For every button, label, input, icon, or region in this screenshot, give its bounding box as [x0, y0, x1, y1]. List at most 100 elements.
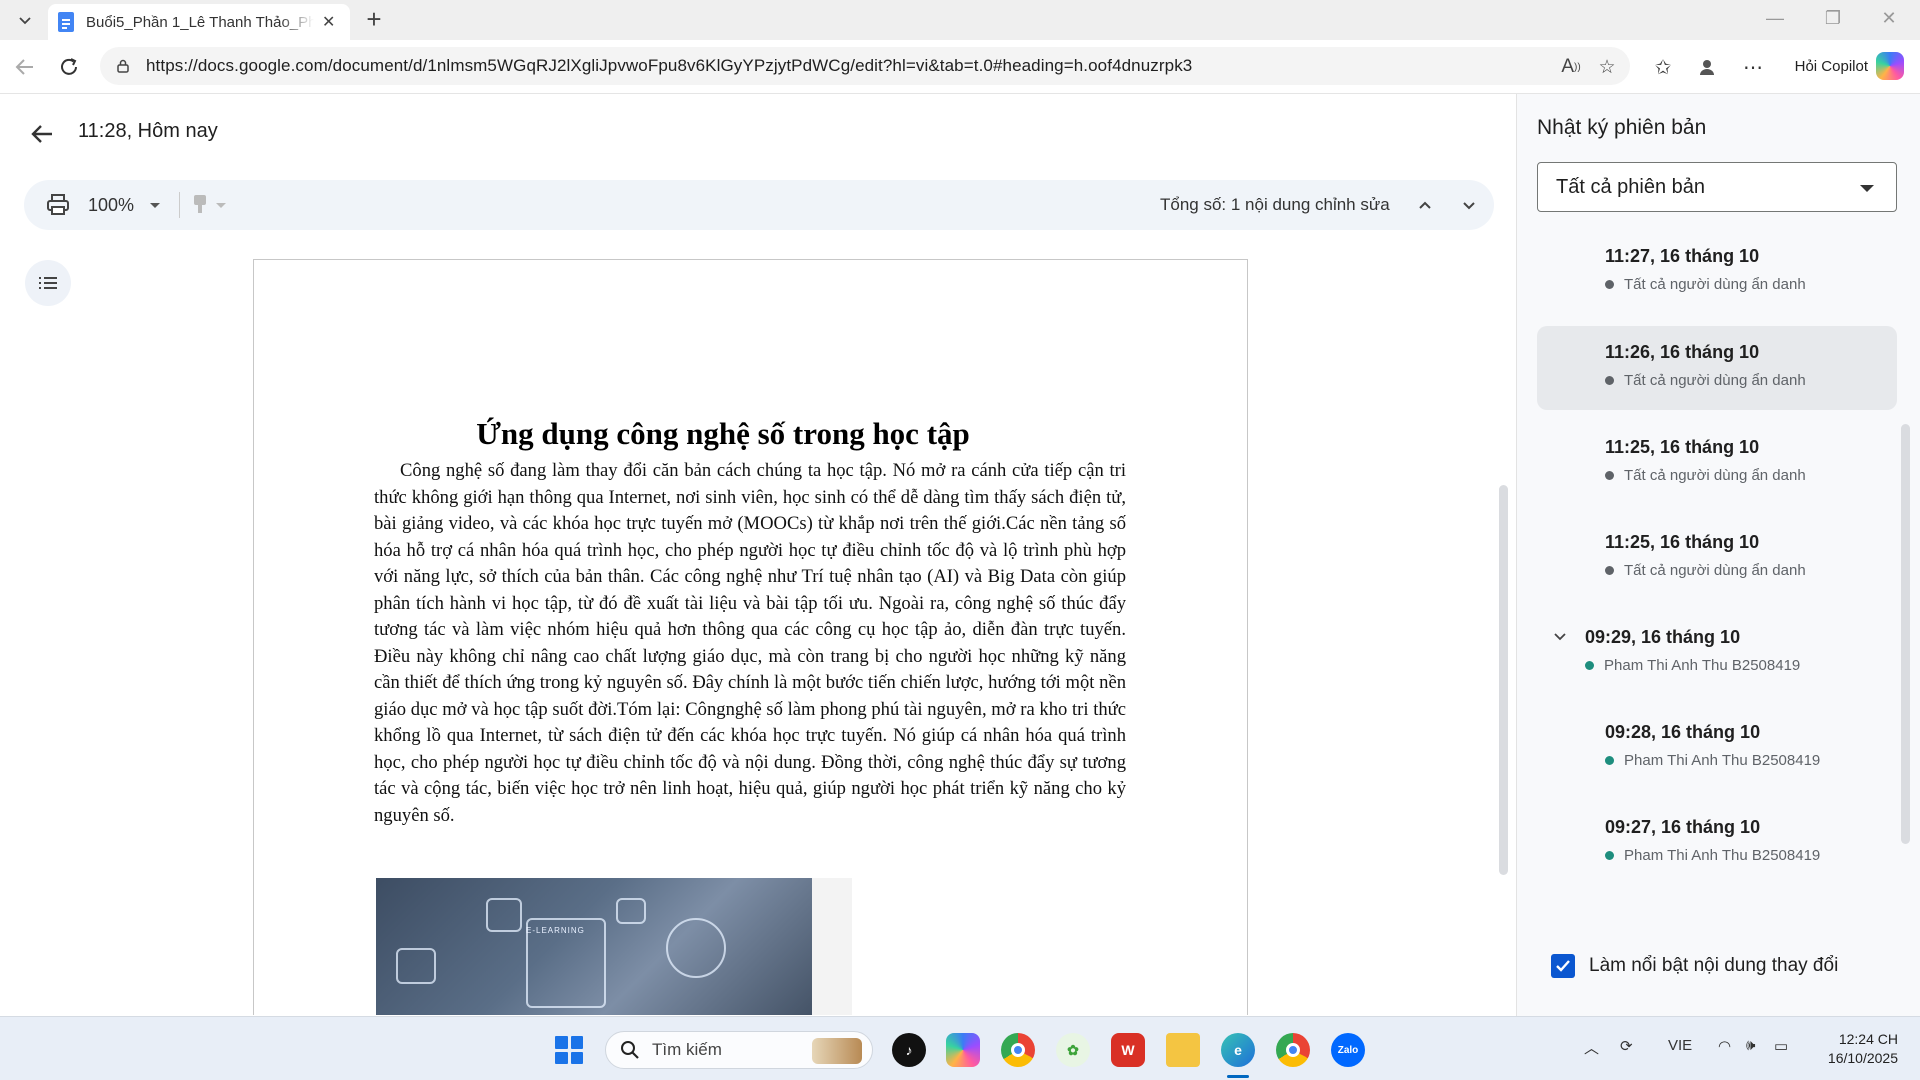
profile-icon[interactable] — [1694, 54, 1720, 80]
version-item[interactable]: 11:27, 16 tháng 10 Tất cả người dùng ẩn … — [1537, 230, 1897, 314]
version-user: Pham Thi Anh Thu B2508419 — [1605, 752, 1820, 769]
star-icon[interactable]: ☆ — [1596, 56, 1618, 78]
version-user: Tất cả người dùng ẩn danh — [1605, 276, 1806, 293]
new-tab-button[interactable]: + — [360, 6, 388, 34]
more-icon[interactable]: ⋯ — [1740, 54, 1766, 80]
search-highlight-image — [812, 1038, 862, 1064]
taskbar-search[interactable]: Tìm kiếm — [605, 1031, 873, 1069]
lock-icon — [117, 59, 129, 73]
windows-start-button[interactable] — [555, 1036, 583, 1064]
edge-active-indicator — [1227, 1075, 1249, 1078]
wps-office-icon[interactable]: W — [1111, 1033, 1145, 1067]
read-aloud-icon[interactable]: A)) — [1560, 56, 1582, 78]
next-edit-icon[interactable] — [1458, 194, 1480, 216]
version-time: 09:27, 16 tháng 10 — [1605, 817, 1761, 837]
clock-time: 12:24 CH — [1838, 1031, 1898, 1047]
user-color-dot — [1605, 471, 1614, 480]
version-user: Tất cả người dùng ẩn danh — [1605, 562, 1806, 579]
version-item[interactable]: 11:25, 16 tháng 10 Tất cả người dùng ẩn … — [1537, 421, 1897, 505]
version-time: 11:25, 16 tháng 10 — [1605, 437, 1760, 457]
back-button[interactable] — [12, 54, 38, 80]
refresh-icon — [61, 58, 77, 75]
document-scrollbar[interactable] — [1499, 485, 1508, 875]
toolbar-divider — [179, 192, 180, 218]
previous-edit-icon[interactable] — [1414, 194, 1436, 216]
user-color-dot — [1605, 851, 1614, 860]
user-color-dot — [1605, 280, 1614, 289]
highlight-changes-label: Làm nổi bật nội dung thay đổi — [1589, 955, 1839, 976]
version-time: 11:26, 16 tháng 10 — [1605, 342, 1760, 362]
back-arrow-icon[interactable] — [28, 120, 56, 148]
document-body: Công nghệ số đang làm thay đổi căn bản c… — [374, 460, 1126, 826]
copilot-icon — [1876, 52, 1904, 80]
tab-title: Buổi5_Phần 1_Lê Thanh Thảo_Pha — [86, 13, 314, 31]
favorites-icon[interactable]: ✩ — [1650, 54, 1676, 80]
volume-icon[interactable]: 🕪 — [1746, 1037, 1755, 1054]
zoom-select[interactable]: 100% — [88, 195, 134, 216]
refresh-button[interactable] — [56, 54, 82, 80]
version-item-selected[interactable]: 11:26, 16 tháng 10 Tất cả người dùng ẩn … — [1537, 326, 1897, 410]
print-icon[interactable] — [46, 194, 70, 216]
version-item[interactable]: 09:27, 16 tháng 10 Pham Thi Anh Thu B250… — [1537, 801, 1897, 885]
minimize-button[interactable]: — — [1752, 8, 1798, 29]
coccoc-icon[interactable]: ✿ — [1056, 1033, 1090, 1067]
document-canvas: Ứng dụng công nghệ số trong học tập Công… — [0, 240, 1510, 1015]
windows-taskbar: Tìm kiếm ♪ ✿ W e Zalo ︿ ⟳ VIE ◠ 🕪 ▭ 12:2… — [0, 1016, 1920, 1080]
version-history-panel: Nhật ký phiên bản Tất cả phiên bản 11:27… — [1516, 94, 1920, 1016]
version-item[interactable]: 09:28, 16 tháng 10 Pham Thi Anh Thu B250… — [1537, 706, 1897, 790]
restore-button[interactable]: ❐ — [1810, 8, 1856, 29]
highlight-changes-toggle[interactable]: Làm nổi bật nội dung thay đổi — [1551, 954, 1838, 978]
copilot-button[interactable]: Hỏi Copilot — [1782, 46, 1912, 86]
version-toolbar: 100% Tổng số: 1 nội dung chỉnh sửa — [24, 180, 1494, 230]
document-image[interactable]: E-LEARNING — [376, 878, 812, 1015]
version-item-group[interactable]: 09:29, 16 tháng 10 Pham Thi Anh Thu B250… — [1537, 611, 1897, 695]
chrome-profile-icon[interactable] — [1276, 1033, 1310, 1067]
image-building-shape — [616, 898, 646, 924]
paint-caret-icon — [216, 203, 226, 208]
search-icon — [621, 1041, 639, 1059]
version-list-scrollbar[interactable] — [1901, 424, 1910, 844]
version-filter-select[interactable]: Tất cả phiên bản — [1537, 162, 1897, 212]
back-icon — [15, 59, 33, 75]
version-time: 11:25, 16 tháng 10 — [1605, 532, 1760, 552]
taskbar-clock[interactable]: 12:24 CH 16/10/2025 — [1818, 1030, 1898, 1068]
version-user-name: Tất cả người dùng ẩn danh — [1624, 562, 1806, 579]
tab-actions-menu-button[interactable] — [10, 6, 40, 34]
user-color-dot — [1605, 756, 1614, 765]
zalo-icon[interactable]: Zalo — [1331, 1033, 1365, 1067]
file-explorer-icon[interactable] — [1166, 1033, 1200, 1067]
battery-icon[interactable]: ▭ — [1774, 1037, 1788, 1055]
version-time: 09:28, 16 tháng 10 — [1605, 722, 1761, 742]
highlight-changes-checkbox[interactable] — [1551, 954, 1575, 978]
copilot-app-icon[interactable] — [946, 1033, 980, 1067]
version-user: Pham Thi Anh Thu B2508419 — [1605, 847, 1820, 864]
sync-icon[interactable]: ⟳ — [1620, 1037, 1633, 1055]
version-user-name: Tất cả người dùng ẩn danh — [1624, 276, 1806, 293]
tray-overflow-icon[interactable]: ︿ — [1584, 1037, 1599, 1058]
input-language[interactable]: VIE — [1668, 1037, 1692, 1054]
chevron-down-icon — [19, 17, 31, 25]
close-window-button[interactable]: ✕ — [1866, 8, 1912, 29]
chrome-icon[interactable] — [1001, 1033, 1035, 1067]
version-time-title: 11:28, Hôm nay — [78, 120, 218, 142]
image-people-shape — [486, 898, 522, 932]
close-tab-button[interactable]: ✕ — [322, 12, 335, 32]
user-color-dot — [1585, 661, 1594, 670]
browser-tab[interactable]: Buổi5_Phần 1_Lê Thanh Thảo_Pha ✕ — [48, 4, 350, 40]
version-user: Tất cả người dùng ẩn danh — [1605, 467, 1806, 484]
version-item[interactable]: 11:25, 16 tháng 10 Tất cả người dùng ẩn … — [1537, 516, 1897, 600]
image-globe-shape — [666, 918, 726, 978]
address-bar[interactable]: https://docs.google.com/document/d/1nlms… — [100, 47, 1630, 85]
browser-tab-strip: Buổi5_Phần 1_Lê Thanh Thảo_Pha ✕ + — ❐ ✕ — [0, 0, 1920, 40]
tiktok-icon[interactable]: ♪ — [892, 1033, 926, 1067]
edge-icon[interactable]: e — [1221, 1033, 1255, 1067]
version-time: 09:29, 16 tháng 10 — [1585, 627, 1741, 647]
version-filter-value: Tất cả phiên bản — [1556, 175, 1705, 198]
version-user-name: Pham Thi Anh Thu B2508419 — [1624, 847, 1821, 864]
wifi-icon[interactable]: ◠ — [1718, 1037, 1731, 1055]
browser-toolbar: https://docs.google.com/document/d/1nlms… — [0, 40, 1920, 94]
clock-date: 16/10/2025 — [1827, 1050, 1898, 1066]
expand-chevron-icon[interactable] — [1553, 629, 1567, 643]
url-text: https://docs.google.com/document/d/1nlms… — [146, 56, 1193, 75]
version-time: 11:27, 16 tháng 10 — [1605, 246, 1760, 266]
